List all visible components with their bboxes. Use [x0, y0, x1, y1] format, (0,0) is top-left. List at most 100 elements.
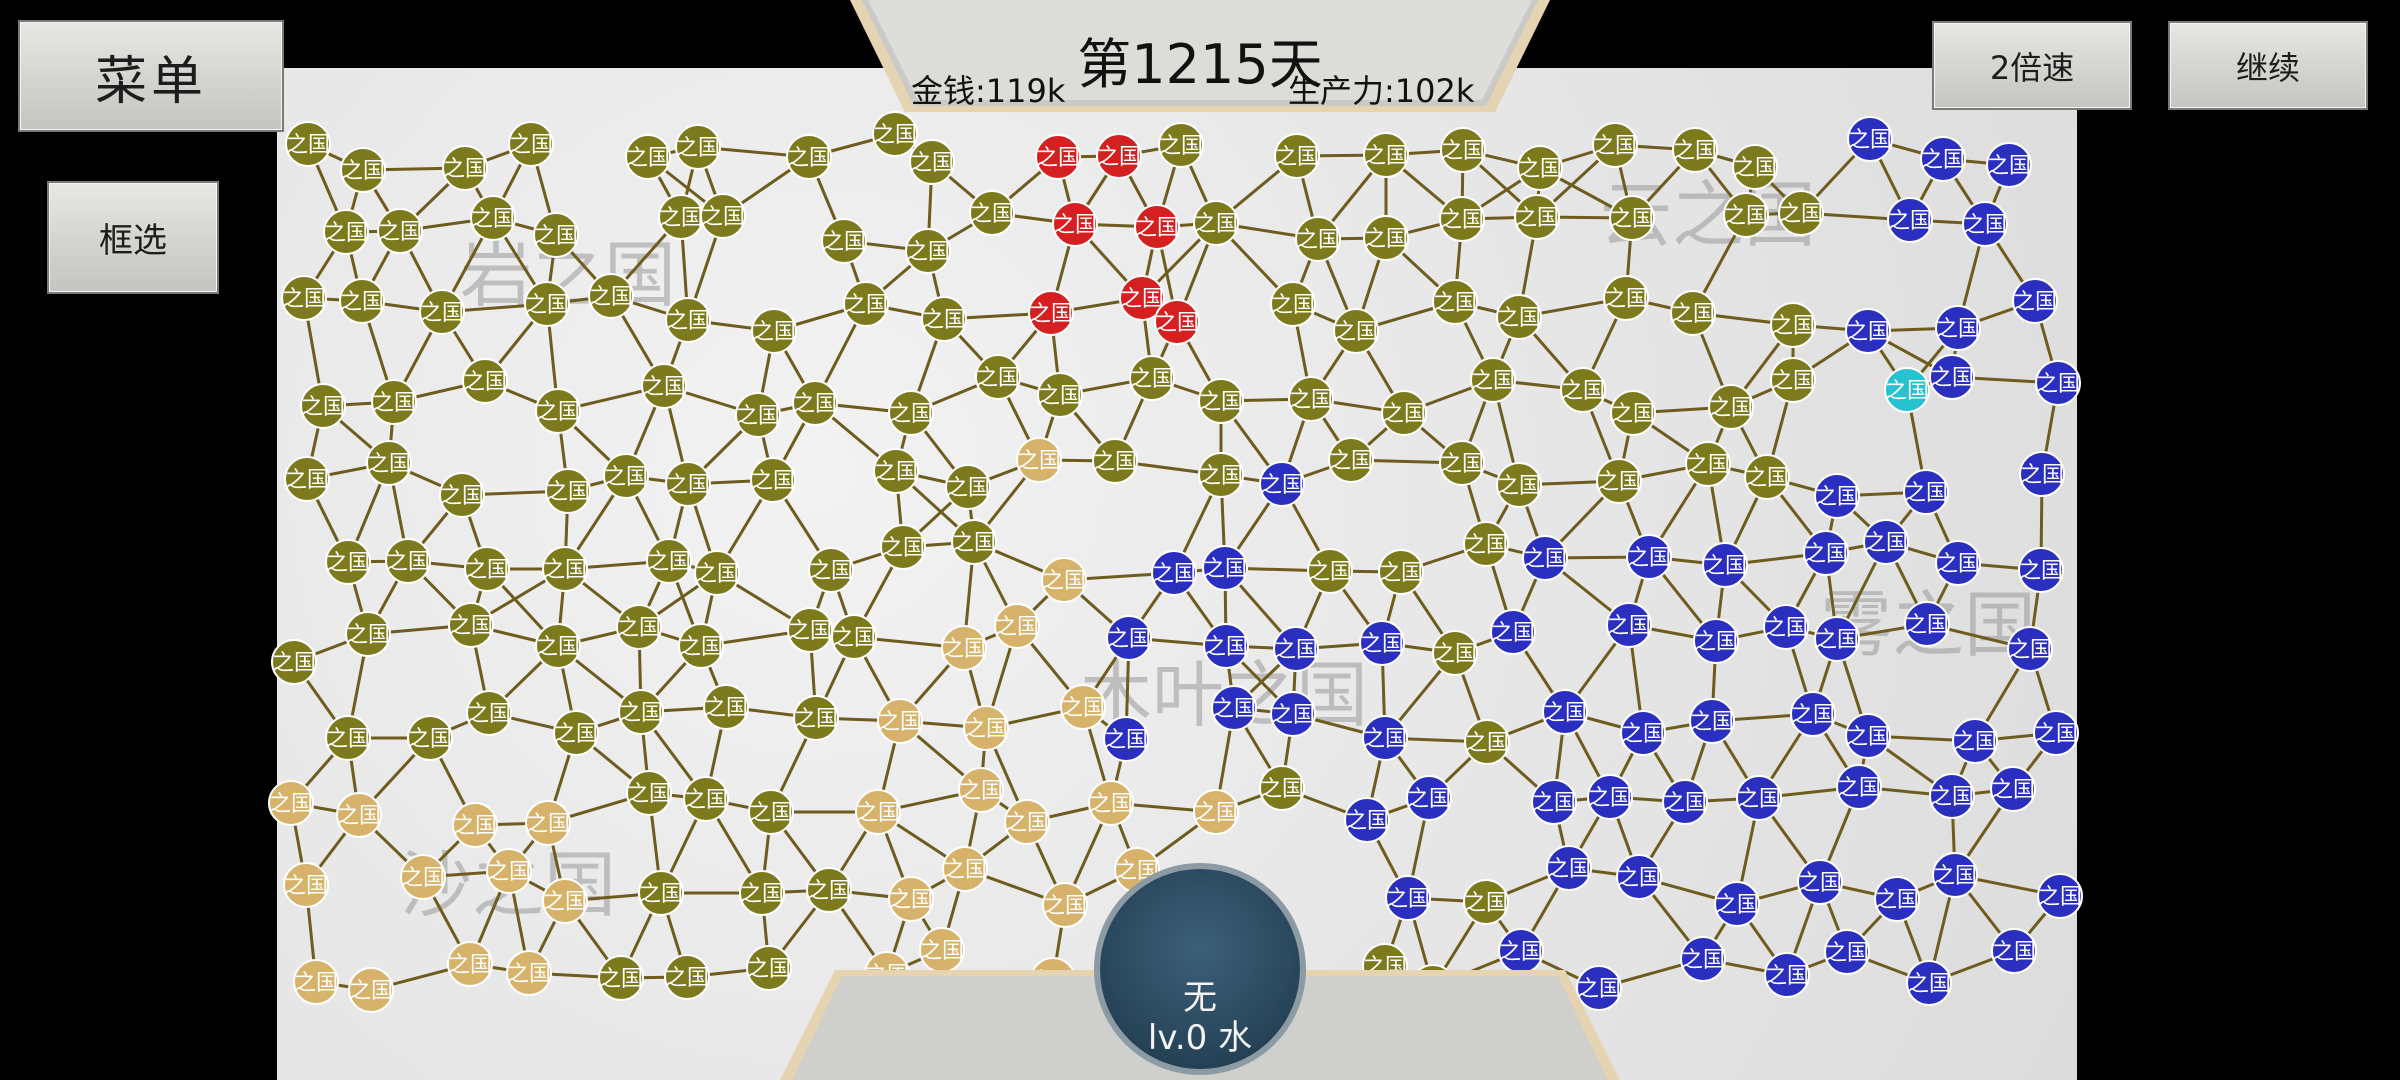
city-node[interactable]: 之国: [1270, 281, 1316, 327]
city-node[interactable]: 之国: [626, 770, 672, 816]
city-node[interactable]: 之国: [2033, 710, 2079, 756]
city-node[interactable]: 之国: [1259, 765, 1305, 811]
city-node[interactable]: 之国: [1863, 519, 1909, 565]
city-node[interactable]: 之国: [462, 358, 508, 404]
city-node[interactable]: 之国: [625, 134, 671, 180]
city-node[interactable]: 之国: [1203, 623, 1249, 669]
city-node[interactable]: 之国: [1344, 797, 1390, 843]
city-node[interactable]: 之国: [888, 390, 934, 436]
city-node[interactable]: 之国: [1037, 372, 1083, 418]
city-node[interactable]: 之国: [1736, 775, 1782, 821]
city-node[interactable]: 之国: [748, 789, 794, 835]
city-node[interactable]: 之国: [1273, 626, 1319, 672]
city-node[interactable]: 之国: [1620, 710, 1666, 756]
city-node[interactable]: 之国: [919, 927, 965, 973]
city-node[interactable]: 之国: [821, 218, 867, 264]
city-node[interactable]: 之国: [1385, 875, 1431, 921]
city-node[interactable]: 之国: [1932, 852, 1978, 898]
city-node[interactable]: 之国: [1884, 367, 1930, 413]
city-node[interactable]: 之国: [371, 379, 417, 425]
city-node[interactable]: 之国: [345, 611, 391, 657]
city-node[interactable]: 之国: [1874, 876, 1920, 922]
city-node[interactable]: 之国: [1295, 216, 1341, 262]
city-node[interactable]: 之国: [385, 538, 431, 584]
city-node[interactable]: 之国: [1211, 685, 1257, 731]
city-node[interactable]: 之国: [2012, 278, 2058, 324]
city-node[interactable]: 之国: [806, 867, 852, 913]
speed-button[interactable]: 2倍速: [1932, 21, 2132, 110]
city-node[interactable]: 之国: [1088, 780, 1134, 826]
city-node[interactable]: 之国: [1814, 616, 1860, 662]
city-node[interactable]: 之国: [1333, 308, 1379, 354]
city-node[interactable]: 之国: [905, 228, 951, 274]
city-node[interactable]: 之国: [348, 967, 394, 1013]
city-node[interactable]: 之国: [2037, 873, 2083, 919]
city-node[interactable]: 之国: [1193, 200, 1239, 246]
city-node[interactable]: 之国: [1906, 960, 1952, 1006]
city-node[interactable]: 之国: [293, 959, 339, 1005]
city-node[interactable]: 之国: [921, 296, 967, 342]
city-node[interactable]: 之国: [268, 780, 314, 826]
city-node[interactable]: 之国: [377, 208, 423, 254]
city-node[interactable]: 之国: [1464, 719, 1510, 765]
city-node[interactable]: 之国: [1803, 530, 1849, 576]
city-node[interactable]: 之国: [1606, 602, 1652, 648]
city-node[interactable]: 之国: [1463, 521, 1509, 567]
city-node[interactable]: 之国: [1672, 127, 1718, 173]
city-node[interactable]: 之国: [1836, 764, 1882, 810]
continue-button[interactable]: 继续: [2168, 21, 2368, 110]
city-node[interactable]: 之国: [1587, 774, 1633, 820]
city-node[interactable]: 之国: [1723, 192, 1769, 238]
city-node[interactable]: 之国: [1847, 116, 1893, 162]
city-node[interactable]: 之国: [1151, 550, 1197, 596]
city-node[interactable]: 之国: [888, 876, 934, 922]
city-node[interactable]: 之国: [1670, 290, 1716, 336]
city-node[interactable]: 之国: [1096, 133, 1142, 179]
city-node[interactable]: 之国: [683, 776, 729, 822]
city-node[interactable]: 之国: [271, 639, 317, 685]
city-node[interactable]: 之国: [1028, 290, 1074, 336]
city-node[interactable]: 之国: [1035, 134, 1081, 180]
city-node[interactable]: 之国: [340, 147, 386, 193]
city-node[interactable]: 之国: [1929, 354, 1975, 400]
city-node[interactable]: 之国: [285, 121, 331, 167]
city-node[interactable]: 之国: [1052, 201, 1098, 247]
city-node[interactable]: 之国: [284, 456, 330, 502]
box-select-button[interactable]: 框选: [47, 181, 219, 294]
city-node[interactable]: 之国: [1158, 122, 1204, 168]
city-node[interactable]: 之国: [1845, 713, 1891, 759]
city-node[interactable]: 之国: [1903, 469, 1949, 515]
city-node[interactable]: 之国: [1004, 799, 1050, 845]
city-node[interactable]: 之国: [616, 604, 662, 650]
city-node[interactable]: 之国: [325, 715, 371, 761]
city-node[interactable]: 之国: [400, 854, 446, 900]
city-node[interactable]: 之国: [1778, 190, 1824, 236]
city-node[interactable]: 之国: [994, 603, 1040, 649]
city-node[interactable]: 之国: [525, 800, 571, 846]
city-node[interactable]: 之国: [1154, 299, 1200, 345]
city-node[interactable]: 之国: [1790, 691, 1836, 737]
city-node[interactable]: 之国: [1288, 376, 1334, 422]
city-node[interactable]: 之国: [1542, 689, 1588, 735]
city-node[interactable]: 之国: [751, 308, 797, 354]
city-node[interactable]: 之国: [1517, 145, 1563, 191]
city-node[interactable]: 之国: [535, 623, 581, 669]
city-node[interactable]: 之国: [1202, 545, 1248, 591]
city-node[interactable]: 之国: [1381, 390, 1427, 436]
city-node[interactable]: 之国: [694, 550, 740, 596]
city-node[interactable]: 之国: [735, 392, 781, 438]
city-node[interactable]: 之国: [1060, 684, 1106, 730]
city-node[interactable]: 之国: [665, 297, 711, 343]
city-node[interactable]: 之国: [969, 190, 1015, 236]
city-node[interactable]: 之国: [1463, 879, 1509, 925]
city-node[interactable]: 之国: [1990, 766, 2036, 812]
city-node[interactable]: 之国: [325, 539, 371, 585]
city-node[interactable]: 之国: [1270, 691, 1316, 737]
city-node[interactable]: 之国: [1714, 881, 1760, 927]
city-node[interactable]: 之国: [2018, 547, 2064, 593]
city-node[interactable]: 之国: [641, 363, 687, 409]
city-node[interactable]: 之国: [1708, 384, 1754, 430]
city-node[interactable]: 之国: [1531, 779, 1577, 825]
city-node[interactable]: 之国: [1702, 542, 1748, 588]
city-node[interactable]: 之国: [1432, 279, 1478, 325]
